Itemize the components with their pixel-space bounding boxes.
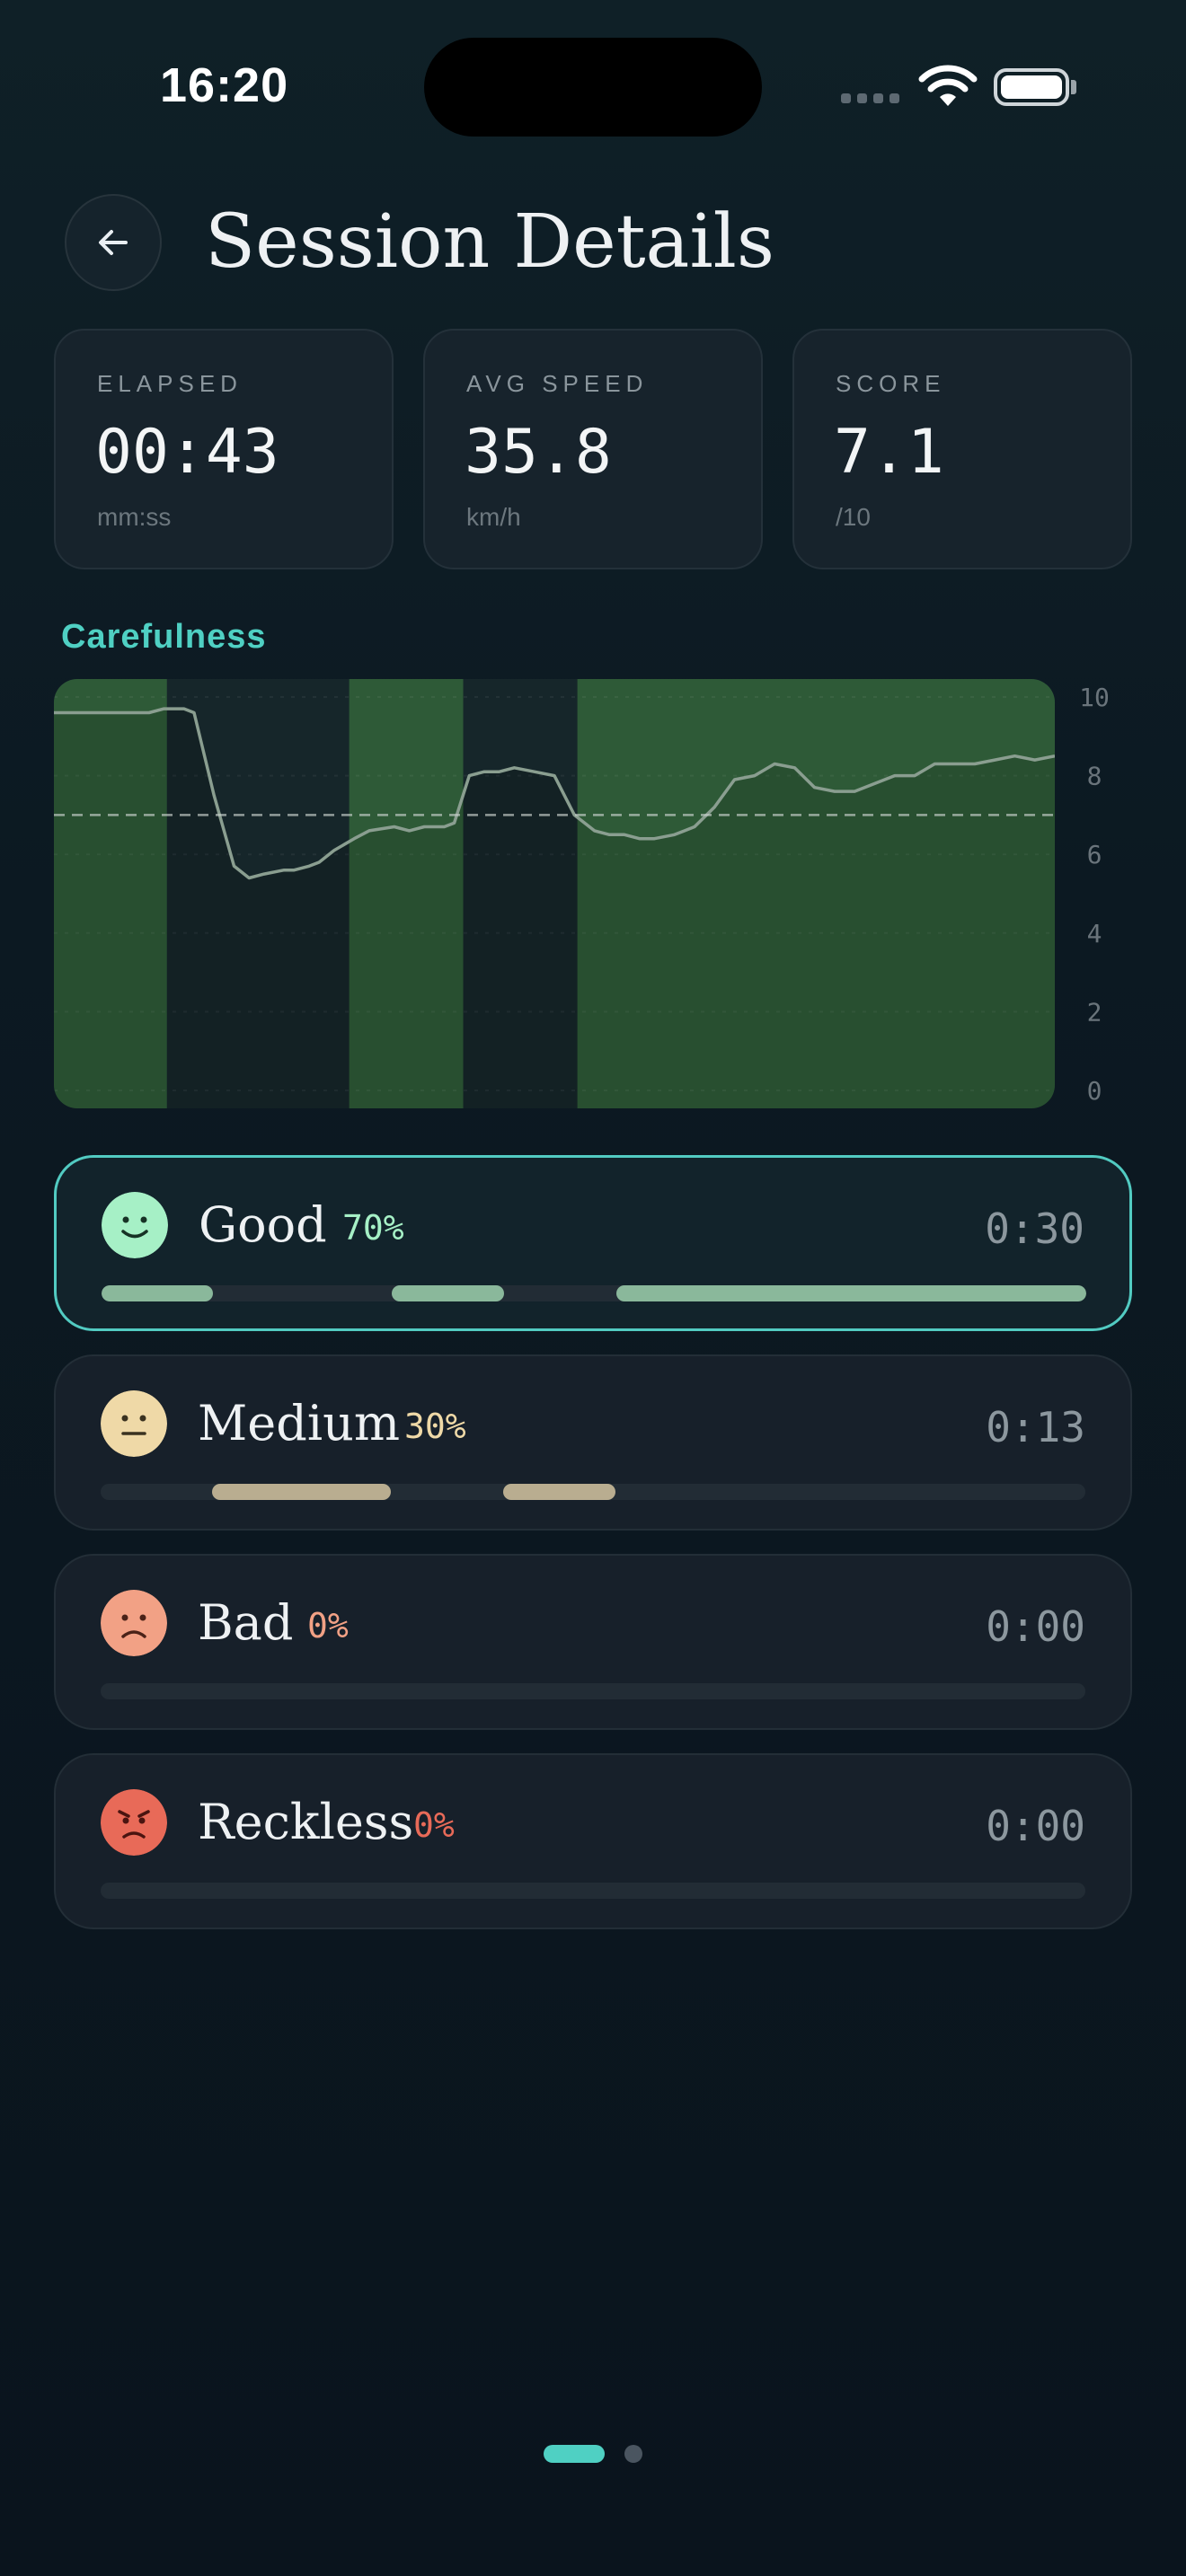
chart-ytick-label: 8 (1087, 762, 1102, 791)
chart-ytick-label: 4 (1087, 919, 1102, 948)
page-dot-active[interactable] (544, 2445, 605, 2463)
chart-title: Carefulness (61, 618, 267, 656)
category-timeline-segment (211, 1484, 392, 1500)
stat-value: 35.8 (465, 417, 612, 488)
page-title: Session Details (205, 199, 774, 285)
stat-unit: km/h (466, 503, 521, 531)
battery-cap (1071, 80, 1076, 94)
stat-label: AVG SPEED (466, 370, 649, 397)
category-timeline-bar (101, 1883, 1085, 1899)
stats-row: ELAPSED 00:43 mm:ss AVG SPEED 35.8 km/h … (54, 329, 1132, 571)
category-timeline-bar (102, 1285, 1086, 1301)
category-duration: 0:00 (986, 1802, 1085, 1850)
category-card-good[interactable]: Good 70% 0:30 (54, 1155, 1132, 1331)
arrow-left-icon (99, 230, 128, 255)
stat-value: 00:43 (95, 417, 279, 488)
back-button[interactable] (65, 194, 162, 291)
chart-plot-area (54, 679, 1055, 1108)
stat-label: ELAPSED (97, 370, 243, 397)
chart-ytick-label: 10 (1079, 683, 1110, 712)
stat-unit: mm:ss (97, 503, 172, 531)
category-timeline-bar (101, 1484, 1085, 1500)
category-timeline-bar (101, 1683, 1085, 1699)
category-card-medium[interactable]: Medium 30% 0:13 (54, 1354, 1132, 1531)
category-name: Good (199, 1196, 327, 1253)
stat-value: 7.1 (834, 417, 944, 488)
category-name: Bad (198, 1594, 294, 1651)
category-percent: 0% (307, 1606, 349, 1645)
frown-face-icon (101, 1590, 167, 1656)
category-duration: 0:30 (985, 1204, 1084, 1253)
stat-card-avg-speed: AVG SPEED 35.8 km/h (423, 329, 763, 569)
category-percent: 0% (413, 1805, 455, 1845)
category-card-reckless[interactable]: Reckless 0% 0:00 (54, 1753, 1132, 1929)
status-time: 16:20 (160, 58, 289, 112)
cellular-signal-icon (841, 93, 899, 103)
wifi-icon (918, 65, 978, 106)
category-timeline-segment (616, 1285, 1086, 1301)
category-percent: 30% (404, 1407, 466, 1446)
category-name: Medium (198, 1395, 401, 1451)
chart-ytick-label: 2 (1087, 997, 1102, 1027)
header: Session Details (65, 194, 1125, 291)
category-name: Reckless (198, 1794, 414, 1850)
stat-label: SCORE (836, 370, 946, 397)
category-card-bad[interactable]: Bad 0% 0:00 (54, 1554, 1132, 1730)
chart-ytick-label: 6 (1087, 840, 1102, 869)
status-bar: 16:20 (0, 0, 1186, 180)
category-timeline-segment (102, 1285, 213, 1301)
neutral-face-icon (101, 1390, 167, 1457)
chart-ytick-label: 0 (1087, 1076, 1102, 1106)
stat-card-elapsed: ELAPSED 00:43 mm:ss (54, 329, 394, 569)
angry-face-icon (101, 1789, 167, 1856)
stat-card-score: SCORE 7.1 /10 (792, 329, 1132, 569)
category-duration: 0:00 (986, 1602, 1085, 1651)
stat-unit: /10 (836, 503, 871, 531)
category-percent: 70% (342, 1208, 404, 1248)
battery-icon (994, 68, 1069, 106)
category-duration: 0:13 (986, 1403, 1085, 1451)
page-dot[interactable] (624, 2445, 642, 2463)
category-timeline-segment (503, 1484, 616, 1500)
category-timeline-segment (392, 1285, 505, 1301)
smile-face-icon (102, 1192, 168, 1258)
carefulness-chart: 0 2 4 6 8 10 (54, 679, 1110, 1108)
dynamic-island (424, 38, 762, 137)
